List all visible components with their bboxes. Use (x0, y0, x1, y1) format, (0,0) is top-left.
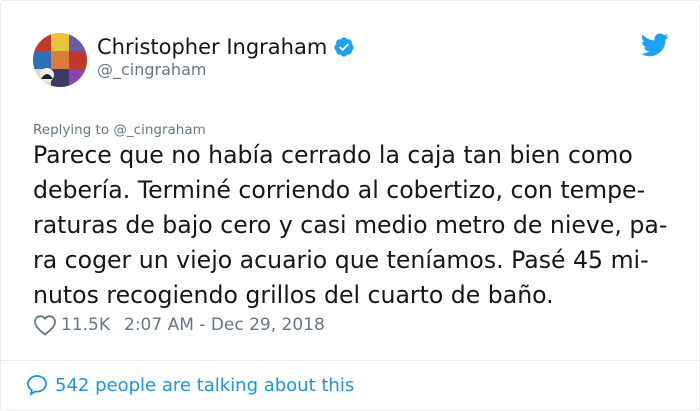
tweet-text-line: ra coger un viejo acuario que teníamos. … (33, 246, 649, 274)
verified-badge-icon (333, 36, 355, 58)
avatar[interactable] (33, 33, 87, 87)
author-name[interactable]: Christopher Ingraham (97, 34, 355, 60)
twitter-bird-icon[interactable] (640, 33, 669, 57)
tweet-text: Parece que no había cerrado la caja tan … (33, 138, 673, 313)
tweet-card: Christopher Ingraham @_cingraham Replyin… (0, 0, 700, 411)
author-handle[interactable]: @_cingraham (97, 60, 206, 80)
tweet-text-line: raturas de bajo cero y casi medio metro … (33, 211, 668, 239)
conversation-text[interactable]: 542 people are talking about this (55, 375, 354, 396)
tweet-text-line: debería. Terminé corriendo al cobertizo,… (33, 176, 646, 204)
reply-bubble-icon (25, 373, 49, 397)
timestamp[interactable]: 2:07 AM - Dec 29, 2018 (124, 315, 325, 335)
tweet-text-line: Parece que no había cerrado la caja tan … (33, 141, 633, 169)
replying-to[interactable]: Replying to @_cingraham (33, 122, 206, 138)
like-count[interactable]: 11.5K (61, 315, 110, 335)
tweet-text-line: nutos recogiendo grillos del cuarto de b… (33, 281, 554, 309)
heart-icon[interactable] (33, 314, 57, 336)
tweet-meta: 11.5K 2:07 AM - Dec 29, 2018 (33, 312, 325, 338)
divider (1, 360, 700, 361)
author-name-text[interactable]: Christopher Ingraham (97, 34, 327, 60)
conversation-link[interactable]: 542 people are talking about this (25, 373, 354, 397)
